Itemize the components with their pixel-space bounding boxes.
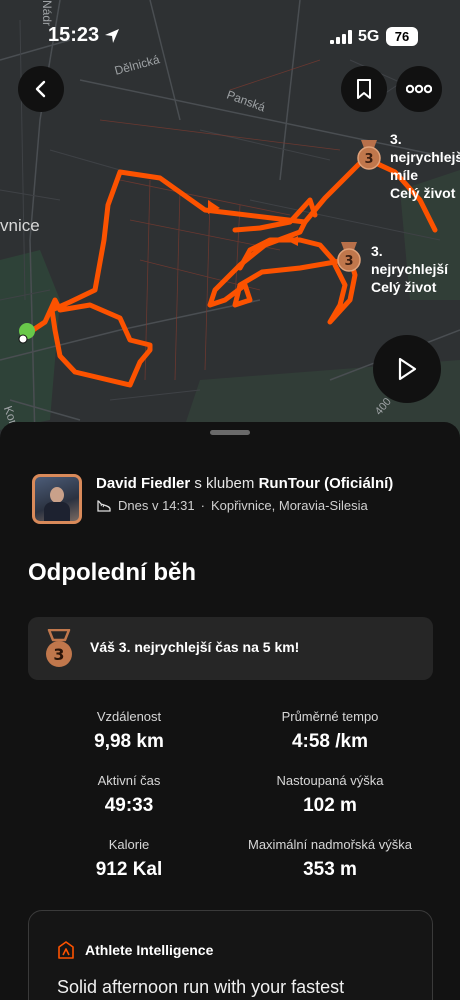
stat-distance: Vzdálenost 9,98 km [14, 709, 244, 753]
athlete-intelligence-card[interactable]: Athlete Intelligence Solid afternoon run… [28, 910, 433, 1000]
stat-elevation-gain: Nastoupaná výška 102 m [215, 773, 445, 817]
athlete-line: David Fiedler s klubem RunTour (Oficiáln… [96, 475, 393, 492]
meta-separator: · [200, 498, 205, 513]
activity-date: Dnes v 14:31 [118, 498, 195, 513]
medal-icon[interactable]: 3 [336, 242, 362, 272]
avatar-photo [35, 477, 79, 521]
pr-label-mile: 3. nejrychlejší míle Celý život [390, 130, 460, 202]
avatar-head [50, 487, 64, 503]
pr-label-text: 3. nejrychlejší [371, 243, 449, 277]
medal-icon[interactable]: 3 [356, 140, 382, 170]
athlete-intelligence-summary: Solid afternoon run with your fastest [57, 977, 345, 997]
stat-label: Průměrné tempo [281, 709, 379, 724]
activity-title: Odpolední běh [28, 559, 196, 586]
avatar-body [44, 502, 70, 521]
stat-max-elevation: Maximální nadmořská výška 353 m [215, 837, 445, 881]
map-place-label: vnice [0, 216, 40, 235]
battery-indicator: 76 [386, 27, 418, 46]
network-type: 5G [358, 28, 380, 45]
route-map[interactable]: vnice Nádr Dělnická Panská Kom 400 m 3 3… [0, 0, 460, 440]
stat-value: 9,98 km [94, 731, 164, 752]
activity-location: Kopřivnice, Moravia-Silesia [210, 498, 368, 513]
stat-moving-time: Aktivní čas 49:33 [14, 773, 244, 817]
athlete-intelligence-icon [58, 941, 74, 959]
stat-label: Nastoupaná výška [276, 773, 384, 788]
stat-value: 4:58 /km [291, 731, 369, 752]
pr-label-text: míle [390, 167, 419, 183]
pr-label-text: Celý život [371, 279, 437, 295]
more-button[interactable] [396, 66, 442, 112]
stat-value: 49:33 [104, 795, 154, 816]
signal-icon [330, 30, 352, 44]
shoe-icon [97, 499, 111, 512]
avatar[interactable] [32, 474, 82, 524]
sheet-drag-handle[interactable] [210, 430, 250, 435]
play-icon [398, 357, 417, 381]
pr-label-5k: 3. nejrychlejší Celý život [371, 242, 460, 296]
stat-value: 912 Kal [95, 859, 163, 880]
club-connector: s klubem [194, 475, 255, 492]
athlete-intelligence-header: Athlete Intelligence [57, 941, 213, 959]
stat-label: Vzdálenost [96, 709, 162, 724]
club-name[interactable]: RunTour (Oficiální) [259, 475, 394, 492]
location-arrow-icon [105, 29, 119, 43]
pr-label-text: Celý život [390, 185, 456, 201]
achievement-card[interactable]: 3 Váš 3. nejrychlejší čas na 5 km! [28, 617, 433, 680]
achievement-text: Váš 3. nejrychlejší čas na 5 km! [90, 639, 300, 655]
medal-number: 3 [53, 645, 64, 664]
status-time: 15:23 [48, 24, 100, 46]
bookmark-button[interactable] [341, 66, 387, 112]
more-icon [406, 84, 432, 94]
play-flyover-button[interactable] [373, 335, 441, 403]
activity-meta: Dnes v 14:31 · Kopřivnice, Moravia-Siles… [96, 498, 368, 513]
back-button[interactable] [18, 66, 64, 112]
medal-icon: 3 [46, 629, 72, 667]
back-icon [35, 80, 46, 98]
stat-label: Maximální nadmořská výška [248, 837, 412, 852]
activity-sheet: David Fiedler s klubem RunTour (Oficiáln… [0, 422, 460, 1000]
pr-label-text: 3. nejrychlejší [390, 131, 460, 165]
stat-pace: Průměrné tempo 4:58 /km [215, 709, 445, 753]
bookmark-icon [357, 79, 371, 99]
stat-label: Aktivní čas [97, 773, 161, 788]
stat-value: 102 m [303, 795, 357, 816]
stat-label: Kalorie [108, 837, 150, 852]
svg-text:3: 3 [364, 152, 373, 167]
svg-text:3: 3 [344, 254, 353, 269]
stat-value: 353 m [303, 859, 357, 880]
status-bar: 15:23 5G 76 [0, 0, 460, 56]
athlete-name[interactable]: David Fiedler [96, 475, 190, 492]
stat-calories: Kalorie 912 Kal [14, 837, 244, 881]
athlete-intelligence-title: Athlete Intelligence [85, 942, 214, 958]
